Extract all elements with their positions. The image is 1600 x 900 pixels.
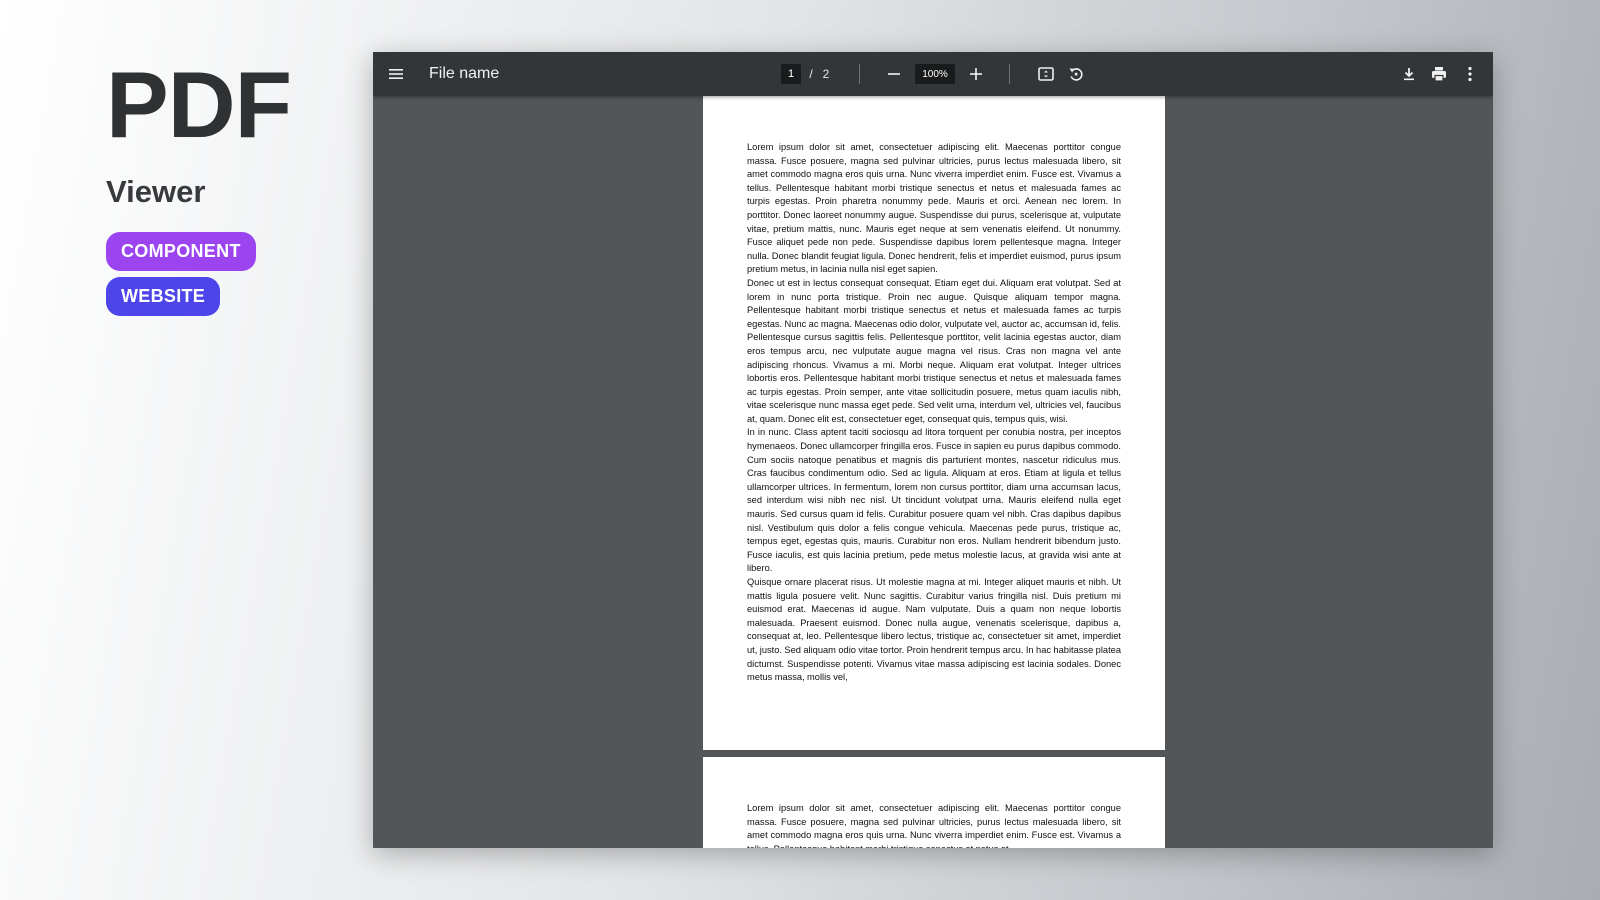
page-total: 2 bbox=[822, 67, 830, 81]
page-paragraph: Quisque ornare placerat risus. Ut molest… bbox=[747, 577, 1121, 683]
file-name: File name bbox=[429, 65, 500, 82]
fit-page-button[interactable] bbox=[1033, 52, 1059, 96]
rotate-button[interactable] bbox=[1063, 52, 1089, 96]
page-paragraph: In in nunc. Class aptent taciti sociosqu… bbox=[747, 427, 1121, 574]
website-tag: WEBSITE bbox=[106, 277, 221, 316]
page-paragraph: Donec ut est in lectus consequat consequ… bbox=[747, 277, 1121, 424]
fit-page-icon bbox=[1038, 67, 1054, 81]
page-separator: / bbox=[809, 67, 813, 81]
page-paragraph: Lorem ipsum dolor sit amet, consectetuer… bbox=[747, 142, 1121, 275]
print-icon bbox=[1432, 67, 1446, 82]
rotate-icon bbox=[1069, 68, 1083, 81]
pdf-page-2: Lorem ipsum dolor sit amet, consectetuer… bbox=[703, 757, 1165, 848]
print-button[interactable] bbox=[1426, 52, 1452, 96]
pdf-viewer: File name 1 / 2 100% Lorem ipsum dolor s… bbox=[373, 52, 1493, 848]
download-icon bbox=[1404, 68, 1414, 81]
hero-subtitle: Viewer bbox=[106, 174, 206, 209]
zoom-out-icon bbox=[888, 73, 900, 75]
menu-icon bbox=[389, 69, 403, 79]
zoom-level[interactable]: 100% bbox=[915, 64, 955, 84]
hero: PDF Viewer bbox=[106, 52, 292, 210]
menu-button[interactable] bbox=[381, 52, 411, 96]
page-number-input[interactable]: 1 bbox=[781, 64, 801, 84]
more-options-button[interactable] bbox=[1457, 52, 1483, 96]
zoom-in-button[interactable] bbox=[963, 52, 989, 96]
more-vert-icon bbox=[1468, 66, 1472, 82]
zoom-in-icon bbox=[970, 68, 982, 80]
toolbar: File name 1 / 2 100% bbox=[373, 52, 1493, 96]
component-tag: COMPONENT bbox=[106, 232, 256, 271]
download-button[interactable] bbox=[1396, 52, 1422, 96]
toolbar-divider bbox=[1009, 64, 1010, 84]
toolbar-divider bbox=[859, 64, 860, 84]
page-paragraph: Lorem ipsum dolor sit amet, consectetuer… bbox=[747, 803, 1121, 848]
hero-title: PDF bbox=[106, 52, 292, 157]
zoom-out-button[interactable] bbox=[881, 52, 907, 96]
pdf-page-1: Lorem ipsum dolor sit amet, consectetuer… bbox=[703, 96, 1165, 750]
